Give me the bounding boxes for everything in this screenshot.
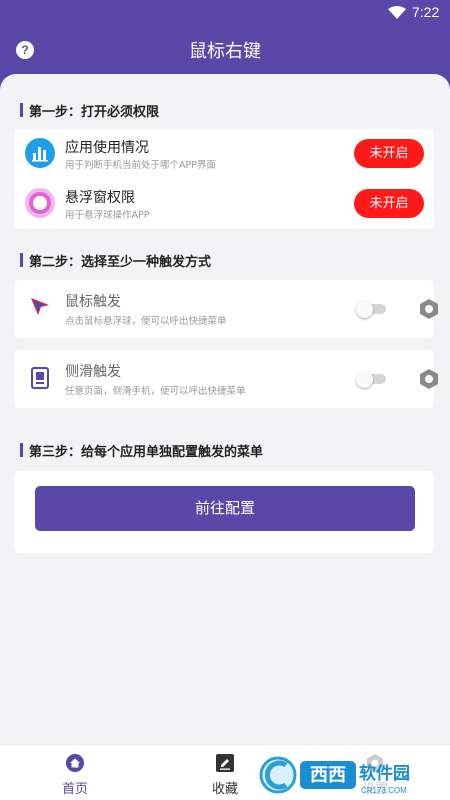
main-content: 第一步：打开必须权限 应用使用情况 用于判断手机当前处于哪个APP界面 未开启 … — [0, 74, 450, 744]
permission-overlay-button[interactable]: 未开启 — [354, 189, 424, 218]
tab-favorites-label: 收藏 — [211, 782, 238, 797]
mouse-trigger-card: 鼠标触发 点击鼠标悬浮球，便可以呼出快捷菜单 — [14, 280, 438, 338]
step2-title: 第二步：选择至少一种触发方式 — [20, 251, 211, 270]
bar-chart-icon — [25, 138, 55, 168]
step3-title: 第三步：给每个应用单独配置触发的菜单 — [20, 441, 263, 460]
permissions-card: 应用使用情况 用于判断手机当前处于哪个APP界面 未开启 悬浮窗权限 用于悬浮球… — [14, 129, 434, 229]
permission-usage-desc: 用于判断手机当前处于哪个APP界面 — [65, 160, 216, 171]
side-swipe-icon — [31, 367, 49, 389]
permission-overlay-desc: 用于悬浮球操作APP — [65, 210, 150, 221]
side-swipe-trigger-name: 侧滑触发 — [65, 364, 121, 380]
mouse-cursor-icon — [31, 298, 49, 315]
permission-overlay-row: 悬浮窗权限 用于悬浮球操作APP 未开启 — [14, 179, 434, 229]
floating-ball-icon — [25, 188, 55, 218]
side-swipe-trigger-row: 侧滑触发 任意页面，侧滑手机，便可以呼出快捷菜单 — [14, 350, 438, 408]
edit-icon — [216, 754, 234, 772]
permission-overlay-name: 悬浮窗权限 — [65, 190, 135, 206]
side-swipe-trigger-desc: 任意页面，侧滑手机，便可以呼出快捷菜单 — [65, 386, 246, 397]
settings-gear-icon[interactable] — [417, 297, 441, 321]
toggle-knob — [356, 301, 373, 318]
mouse-trigger-desc: 点击鼠标悬浮球，便可以呼出快捷菜单 — [65, 316, 227, 327]
permission-usage-name: 应用使用情况 — [65, 140, 149, 156]
status-time: 7:22 — [412, 4, 440, 20]
tab-home[interactable]: 首页 — [45, 745, 105, 800]
svg-text:西西: 西西 — [310, 765, 346, 786]
page-title: 鼠标右键 — [189, 41, 261, 62]
home-icon — [66, 754, 84, 772]
svg-text:软件园: 软件园 — [359, 763, 410, 784]
side-swipe-trigger-toggle[interactable] — [356, 371, 386, 388]
permission-usage-button[interactable]: 未开启 — [354, 139, 424, 168]
toggle-knob — [356, 371, 373, 388]
site-watermark-logo: 西西 软件园 CR173.COM — [256, 752, 431, 798]
svg-text:CR173.COM: CR173.COM — [361, 786, 407, 795]
step1-title: 第一步：打开必须权限 — [20, 101, 159, 120]
configure-card: 前往配置 — [14, 471, 434, 553]
app-header: ? 鼠标右键 — [0, 26, 450, 74]
tab-favorites[interactable]: 收藏 — [195, 745, 255, 800]
mouse-trigger-toggle[interactable] — [356, 301, 386, 318]
permission-usage-row: 应用使用情况 用于判断手机当前处于哪个APP界面 未开启 — [14, 129, 434, 179]
mouse-trigger-name: 鼠标触发 — [65, 294, 121, 310]
wifi-icon — [388, 6, 406, 19]
status-bar: 7:22 — [0, 0, 450, 26]
side-swipe-trigger-card: 侧滑触发 任意页面，侧滑手机，便可以呼出快捷菜单 — [14, 350, 438, 408]
go-configure-button[interactable]: 前往配置 — [35, 486, 415, 531]
mouse-trigger-row: 鼠标触发 点击鼠标悬浮球，便可以呼出快捷菜单 — [14, 280, 438, 338]
settings-gear-icon[interactable] — [417, 367, 441, 391]
tab-home-label: 首页 — [61, 782, 88, 797]
